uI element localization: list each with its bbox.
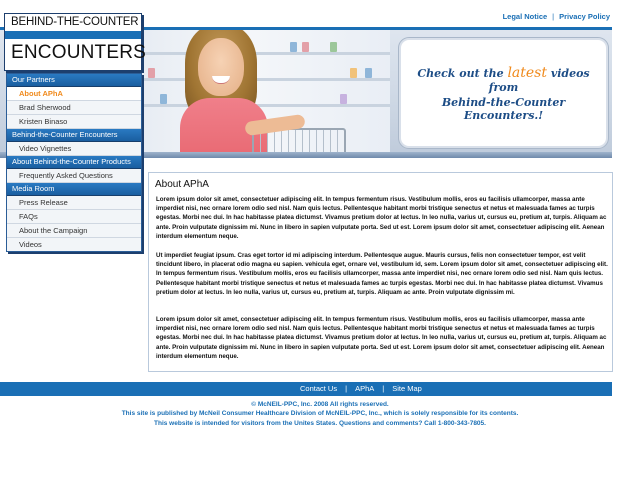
main-content: About APhA Lorem ipsum dolor sit amet, c… [148,172,613,372]
hero-photo-pharmacist [140,30,390,152]
promo-prefix: Check out the [417,66,504,80]
footer-contact-us-link[interactable]: Contact Us [300,384,337,393]
sidebar-heading-media-room[interactable]: Media Room [7,183,141,196]
top-links-separator: | [552,12,555,21]
site-logo[interactable]: BEHIND-THE-COUNTER ENCOUNTERS [4,13,146,71]
sidebar-item-kristen-binaso[interactable]: Kristen Binaso [7,115,141,129]
content-paragraph-3: Lorem ipsum dolor sit amet, consectetuer… [156,316,607,360]
sidebar-heading-our-partners[interactable]: Our Partners [7,74,141,87]
logo-bar [5,31,141,39]
logo-line-1: BEHIND-THE-COUNTER [11,16,139,28]
footer-contact-note: This website is intended for visitors fr… [154,420,486,427]
privacy-policy-link[interactable]: Privacy Policy [559,12,610,21]
footer-links: Contact Us | APhA | Site Map [300,384,422,393]
sidebar-item-brad-sherwood[interactable]: Brad Sherwood [7,101,141,115]
sidebar-heading-btc-encounters[interactable]: Behind-the-Counter Encounters [7,129,141,142]
sidebar-item-faqs[interactable]: FAQs [7,210,141,224]
footer-apha-link[interactable]: APhA [355,384,374,393]
legal-notice-link[interactable]: Legal Notice [503,12,548,21]
promo-highlight: latest [507,64,547,81]
sidebar-nav: Our Partners About APhA Brad Sherwood Kr… [6,73,142,252]
logo-line-2: ENCOUNTERS [11,42,147,63]
sidebar-item-video-vignettes[interactable]: Video Vignettes [7,142,141,156]
footer-separator: | [382,384,385,393]
sidebar-heading-btc-products[interactable]: About Behind-the-Counter Products [7,156,141,169]
sidebar-item-about-campaign[interactable]: About the Campaign [7,224,141,238]
sidebar-item-videos[interactable]: Videos [7,238,141,251]
promo-line-2: Behind-the-Counter Encounters.! [441,95,566,122]
footer-separator: | [345,384,348,393]
sidebar-item-press-release[interactable]: Press Release [7,196,141,210]
footer-publisher-note: This site is published by McNeil Consume… [121,410,519,417]
promo-panel[interactable]: Check out the latest videos from Behind-… [399,38,608,148]
page-title: About APhA [155,179,209,190]
footer-site-map-link[interactable]: Site Map [392,384,422,393]
content-paragraph-2: Ut imperdiet feugiat ipsum. Cras eget to… [156,252,608,296]
sidebar-item-about-apha[interactable]: About APhA [7,87,141,101]
top-utility-links: Legal Notice | Privacy Policy [503,12,610,21]
footer-copyright: © McNEIL-PPC, Inc. 2008 All rights reser… [251,401,389,408]
promo-line-1: Check out the latest videos from [401,65,606,94]
content-paragraph-1: Lorem ipsum dolor sit amet, consectetuer… [156,196,607,240]
sidebar-item-faq[interactable]: Frequently Asked Questions [7,169,141,183]
